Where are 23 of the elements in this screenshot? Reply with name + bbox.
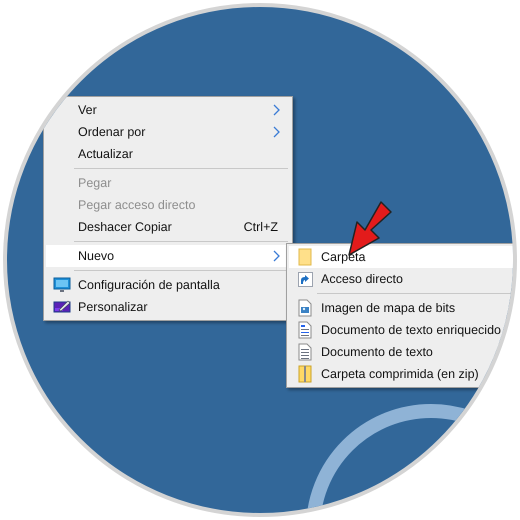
menu-item[interactable]: Personalizar [46,296,290,318]
menu-item[interactable]: Carpeta comprimida (en zip) [289,363,513,385]
menu-item[interactable]: Configuración de pantalla [46,274,290,296]
zip-folder-icon [298,365,312,383]
menu-item[interactable]: Documento de texto enriquecido [289,319,513,341]
rich-text-file-icon [298,321,312,339]
chevron-right-icon [273,250,280,262]
menu-item[interactable]: Deshacer Copiar Ctrl+Z [46,216,290,238]
menu-item[interactable]: Carpeta [289,246,513,268]
text-file-icon [298,343,312,361]
chevron-right-icon [273,104,280,116]
shortcut-icon [298,272,312,286]
image-file-icon [298,299,312,317]
folder-icon [298,248,312,266]
menu-item[interactable]: Acceso directo [289,268,513,290]
menu-item[interactable]: Documento de texto [289,341,513,363]
menu-item[interactable]: Ver [46,99,290,121]
paint-screen-icon [53,299,71,315]
menu-item[interactable]: Imagen de mapa de bits [289,297,513,319]
chevron-right-icon [273,126,280,138]
menu-item[interactable]: Ordenar por [46,121,290,143]
menu-item[interactable]: Actualizar [46,143,290,165]
monitor-icon [53,277,71,293]
